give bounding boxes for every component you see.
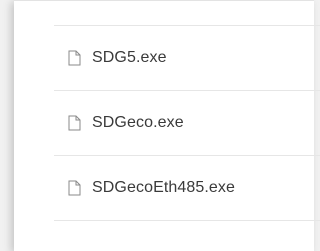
file-list-panel: SDG5.exe SDGeco.exe SDGecoEth485.exe bbox=[14, 0, 320, 251]
file-name: SDGeco.exe bbox=[92, 114, 184, 131]
file-icon bbox=[68, 115, 81, 131]
file-name: SDGecoEth485.exe bbox=[92, 179, 236, 196]
list-item[interactable]: SDGecoEth485.exe bbox=[54, 155, 320, 221]
file-name: SDG5.exe bbox=[92, 49, 167, 66]
file-list: SDG5.exe SDGeco.exe SDGecoEth485.exe bbox=[54, 25, 320, 221]
list-item[interactable]: SDGeco.exe bbox=[54, 90, 320, 155]
file-icon bbox=[68, 180, 81, 196]
list-item[interactable]: SDG5.exe bbox=[54, 25, 320, 90]
file-icon bbox=[68, 50, 81, 66]
